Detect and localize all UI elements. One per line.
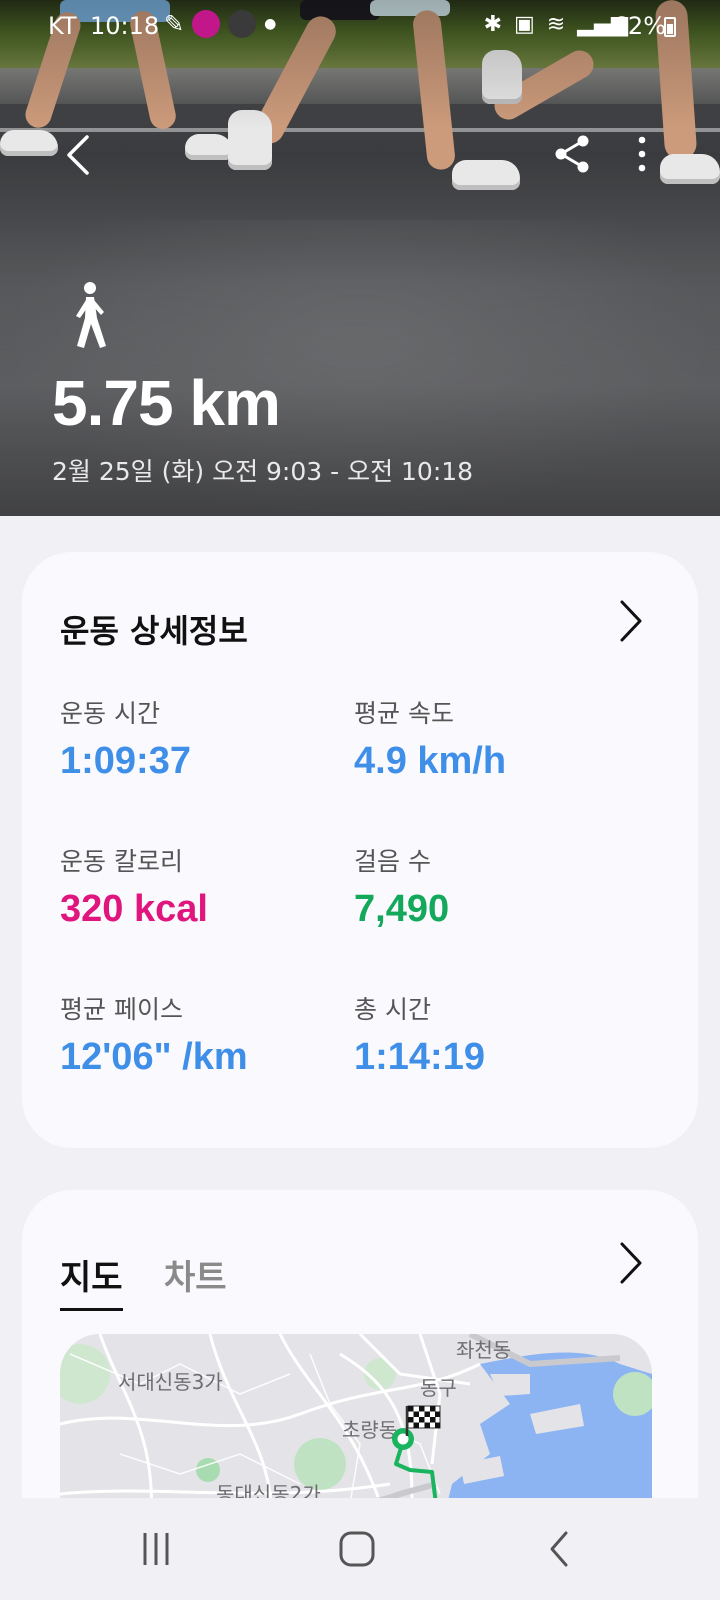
stat-label: 평균 속도 [354, 699, 454, 728]
stat-label: 총 시간 [354, 995, 431, 1024]
share-icon [555, 135, 589, 173]
chevron-right-icon [620, 1242, 642, 1284]
dot-icon: ● [264, 16, 277, 32]
battery-icon [664, 17, 676, 37]
recent-apps-button[interactable] [126, 1524, 186, 1574]
system-icons: ✱ ▣ ≋ ▂▄▆ [484, 12, 628, 37]
stat-value: 4.9 km/h [354, 740, 507, 782]
workout-details-card[interactable]: 운동 상세정보 운동 시간 1:09:37 평균 속도 4.9 km/h 운동 … [22, 552, 698, 1148]
battery-percent: 62% [612, 12, 666, 40]
recent-apps-icon [143, 1533, 169, 1565]
system-navigation-bar [0, 1498, 720, 1600]
stat-value: 1:09:37 [60, 740, 191, 782]
status-bar: KT 10:18 ✎ ● ✱ ▣ ≋ ▂▄▆ 62% [0, 0, 720, 54]
workout-detail-screen: KT 10:18 ✎ ● ✱ ▣ ≋ ▂▄▆ 62% 5.75 km 2월 25… [0, 0, 720, 1600]
nav-back-button[interactable] [530, 1524, 590, 1574]
stat-label: 운동 시간 [60, 699, 160, 728]
home-icon [339, 1531, 375, 1567]
stat-calories: 운동 칼로리 320 kcal [60, 842, 208, 931]
stat-average-pace: 평균 페이스 12'06" /km [60, 990, 248, 1079]
wifi-icon: ≋ [546, 12, 566, 37]
chevron-right-icon [620, 600, 642, 642]
chevron-left-icon [67, 135, 89, 175]
total-distance: 5.75 km [52, 367, 281, 439]
checkered-flag-icon [405, 1405, 441, 1436]
back-button[interactable] [56, 128, 100, 182]
stat-value: 7,490 [354, 888, 450, 930]
clock: 10:18 [90, 12, 160, 40]
stat-value: 1:14:19 [354, 1036, 485, 1078]
map-more-button[interactable] [610, 1238, 650, 1288]
home-button[interactable] [327, 1524, 387, 1574]
back-arrow-icon [550, 1531, 568, 1567]
workout-date-range: 2월 25일 (화) 오전 9:03 - 오전 10:18 [52, 457, 474, 486]
stat-steps: 걸음 수 7,490 [354, 842, 449, 931]
stat-value: 320 kcal [60, 888, 208, 930]
tab-chart[interactable]: 차트 [164, 1250, 227, 1299]
share-button[interactable] [550, 132, 594, 176]
notification-icons: ✎ ● [164, 10, 276, 38]
pen-icon: ✎ [164, 10, 185, 38]
walking-person-icon [76, 282, 106, 348]
stat-average-speed: 평균 속도 4.9 km/h [354, 694, 506, 783]
stat-label: 평균 페이스 [60, 995, 183, 1024]
details-more-button[interactable] [610, 596, 650, 646]
stat-value: 12'06" /km [60, 1036, 248, 1078]
more-vertical-icon [638, 136, 646, 172]
details-title: 운동 상세정보 [60, 612, 248, 650]
nfc-icon: ▣ [514, 12, 535, 37]
carrier-label: KT [48, 12, 77, 40]
talk-icon [228, 10, 257, 38]
stat-label: 운동 칼로리 [60, 847, 183, 876]
more-options-button[interactable] [620, 132, 664, 176]
hero-header: KT 10:18 ✎ ● ✱ ▣ ≋ ▂▄▆ 62% 5.75 km 2월 25… [0, 0, 720, 516]
stat-label: 걸음 수 [354, 847, 431, 876]
app-badge-icon [192, 10, 221, 38]
tab-map[interactable]: 지도 [60, 1250, 123, 1311]
stat-workout-time: 운동 시간 1:09:37 [60, 694, 191, 783]
bluetooth-icon: ✱ [483, 12, 502, 37]
stat-total-time: 총 시간 1:14:19 [354, 990, 485, 1079]
